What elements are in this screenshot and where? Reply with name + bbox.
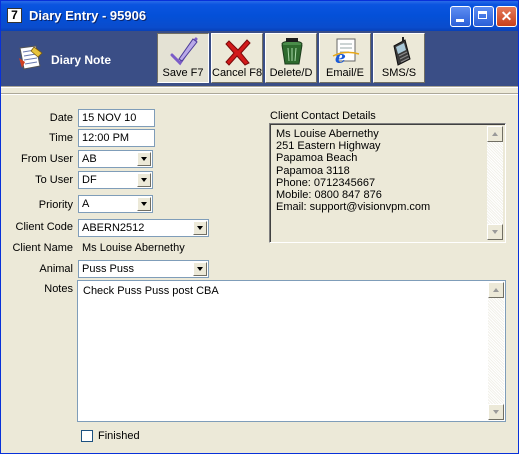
animal-value: Puss Puss: [82, 263, 134, 275]
chevron-down-icon[interactable]: [137, 152, 151, 166]
sms-button[interactable]: SMS/S: [373, 33, 425, 83]
scroll-down-arrow-icon[interactable]: [487, 224, 503, 240]
priority-label: Priority: [38, 199, 73, 211]
trash-bin-icon: [281, 38, 303, 65]
contact-line: Ms Louise Abernethy: [276, 128, 379, 140]
client-name-value: Ms Louise Abernethy: [78, 240, 209, 258]
notes-label: Notes: [44, 283, 73, 295]
client-code-label: Client Code: [15, 221, 73, 233]
form-separator: [1, 93, 518, 95]
delete-button[interactable]: Delete/D: [265, 33, 317, 83]
chevron-down-icon[interactable]: [137, 197, 151, 211]
notes-textarea[interactable]: Check Puss Puss post CBA: [77, 280, 506, 422]
contact-lines: Ms Louise Abernethy 251 Eastern Highway …: [276, 128, 430, 213]
svg-text:e: e: [335, 48, 346, 67]
contact-line: Email: support@visionvpm.com: [276, 201, 431, 214]
email-button[interactable]: e Email/E: [319, 33, 371, 83]
finished-checkbox[interactable]: [81, 430, 93, 442]
save-button[interactable]: Save F7: [157, 33, 209, 83]
checkmark-pen-icon: [170, 37, 198, 66]
maximize-button[interactable]: [473, 6, 494, 27]
chevron-down-icon[interactable]: [137, 173, 151, 187]
animal-select[interactable]: Puss Puss: [78, 260, 209, 278]
email-icon: e: [332, 38, 360, 67]
date-label: Date: [49, 112, 73, 124]
contact-details-label: Client Contact Details: [270, 110, 376, 122]
chevron-down-icon[interactable]: [193, 221, 207, 235]
scroll-up-arrow-icon[interactable]: [488, 282, 504, 298]
contact-line: Mobile: 0800 847 876: [276, 189, 382, 202]
contact-line: Papamoa Beach: [276, 152, 358, 165]
mobile-phone-icon: [393, 37, 411, 66]
client-name-label: Client Name: [12, 242, 73, 254]
delete-button-label: Delete/D: [269, 67, 313, 79]
to-user-select[interactable]: DF: [78, 171, 153, 189]
to-user-label: To User: [35, 174, 73, 186]
minimize-button[interactable]: [450, 6, 471, 27]
diary-note-icon: [19, 45, 43, 70]
toolbar: Diary Note Save F7 Cancel F8 Delete/D e …: [1, 31, 518, 86]
from-user-value: AB: [82, 153, 97, 165]
client-code-select[interactable]: ABERN2512: [78, 219, 209, 237]
app-icon: 7: [7, 8, 22, 23]
notes-text: Check Puss Puss post CBA: [83, 285, 219, 297]
client-code-value: ABERN2512: [82, 222, 145, 234]
title-bar[interactable]: 7 Diary Entry - 95906 ✕: [1, 1, 518, 31]
notes-scrollbar[interactable]: [488, 282, 504, 420]
finished-label: Finished: [98, 430, 140, 442]
window-title: Diary Entry - 95906: [29, 8, 147, 23]
sms-button-label: SMS/S: [381, 67, 417, 79]
date-field[interactable]: 15 NOV 10: [78, 109, 155, 127]
diary-entry-window: 7 Diary Entry - 95906 ✕ Diary Note Save …: [0, 0, 519, 454]
chevron-down-icon[interactable]: [193, 262, 207, 276]
priority-value: A: [82, 198, 90, 210]
save-button-label: Save F7: [162, 67, 204, 79]
scroll-down-arrow-icon[interactable]: [488, 404, 504, 420]
time-label: Time: [48, 132, 73, 144]
close-button[interactable]: ✕: [496, 6, 517, 27]
time-field[interactable]: 12:00 PM: [78, 129, 155, 147]
from-user-label: From User: [21, 153, 73, 165]
section-title: Diary Note: [51, 53, 112, 67]
email-button-label: Email/E: [326, 67, 364, 79]
toolbar-separator: [1, 86, 518, 88]
animal-label: Animal: [39, 263, 73, 275]
contact-scrollbar[interactable]: [487, 126, 503, 240]
contact-details-box: Ms Louise Abernethy 251 Eastern Highway …: [269, 123, 506, 243]
scroll-up-arrow-icon[interactable]: [487, 126, 503, 142]
contact-line: 251 Eastern Highway: [276, 140, 381, 153]
contact-line: Phone: 0712345667: [276, 176, 376, 189]
red-x-icon: [225, 39, 251, 66]
priority-select[interactable]: A: [78, 195, 153, 213]
cancel-button[interactable]: Cancel F8: [211, 33, 263, 83]
to-user-value: DF: [82, 174, 97, 186]
contact-line: Papamoa 3118: [276, 164, 350, 177]
cancel-button-label: Cancel F8: [212, 67, 263, 79]
from-user-select[interactable]: AB: [78, 150, 153, 168]
